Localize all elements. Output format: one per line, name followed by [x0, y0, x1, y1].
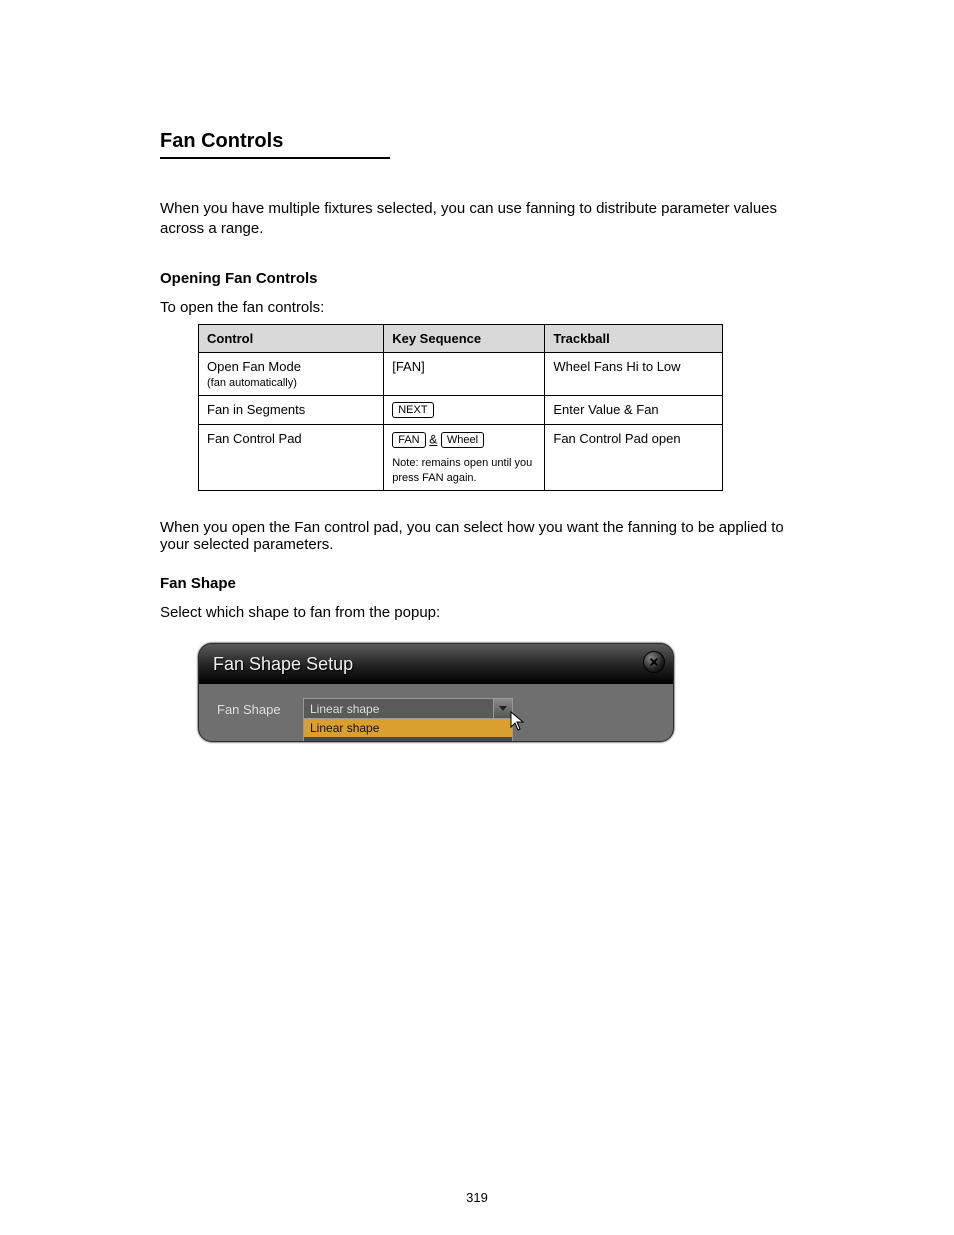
fan-controls-table: Control Key Sequence Trackball Open Fan … — [198, 324, 723, 491]
open-instruction: To open the fan controls: — [160, 299, 804, 316]
key-fan: FAN — [392, 432, 425, 448]
fan-shape-heading: Fan Shape — [160, 575, 804, 592]
cell-trackball: Enter Value & Fan — [545, 395, 723, 425]
cell-keyseq: FAN & Wheel Note: remains open until you… — [384, 425, 545, 491]
dropdown-selected[interactable]: Linear shape — [303, 698, 513, 719]
panel-titlebar: Fan Shape Setup — [199, 644, 673, 684]
after-table-paragraph: When you open the Fan control pad, you c… — [160, 519, 804, 553]
table-row: Fan Control Pad FAN & Wheel Note: remain… — [199, 425, 723, 491]
cell-control: Open Fan Mode — [207, 359, 301, 374]
cell-keyseq: NEXT — [384, 395, 545, 425]
cell-keyseq-note: Note: remains open until you press FAN a… — [392, 457, 532, 484]
fan-shape-label: Fan Shape — [217, 698, 303, 717]
close-icon[interactable] — [643, 651, 665, 673]
title-underline — [160, 157, 390, 159]
dropdown-option[interactable]: Linear shape — [304, 719, 512, 737]
key-ampersand: & — [429, 433, 437, 447]
lead-paragraph: When you have multiple fixtures selected… — [160, 199, 804, 240]
cell-keyseq: [FAN] — [384, 352, 545, 395]
cell-trackball: Fan Control Pad open — [545, 425, 723, 491]
page-title: Fan Controls — [160, 130, 804, 153]
cell-trackball: Wheel Fans Hi to Low — [545, 352, 723, 395]
dropdown-option[interactable]: S shape — [304, 737, 512, 742]
table-header-keyseq: Key Sequence — [384, 324, 545, 352]
dropdown-list: Linear shape S shape V shape U shape — [303, 718, 513, 742]
cell-control: Fan Control Pad — [199, 425, 384, 491]
fan-shape-intro: Select which shape to fan from the popup… — [160, 604, 804, 621]
fan-shape-setup-panel: Fan Shape Setup Fan Shape Linear shape L… — [198, 643, 674, 742]
table-header-control: Control — [199, 324, 384, 352]
table-row: Fan in Segments NEXT Enter Value & Fan — [199, 395, 723, 425]
panel-title-text: Fan Shape Setup — [213, 654, 353, 674]
key-next: NEXT — [392, 402, 433, 418]
section-heading: Opening Fan Controls — [160, 270, 804, 287]
cell-control-note: (fan automatically) — [207, 377, 297, 389]
table-header-trackball: Trackball — [545, 324, 723, 352]
dropdown-selected-text: Linear shape — [310, 702, 379, 716]
page-number: 319 — [0, 1190, 954, 1205]
table-row: Open Fan Mode (fan automatically) [FAN] … — [199, 352, 723, 395]
fan-shape-dropdown[interactable]: Linear shape Linear shape S shape V shap… — [303, 698, 513, 719]
chevron-down-icon[interactable] — [493, 699, 512, 718]
cell-control: Fan in Segments — [199, 395, 384, 425]
key-wheel: Wheel — [441, 432, 484, 448]
